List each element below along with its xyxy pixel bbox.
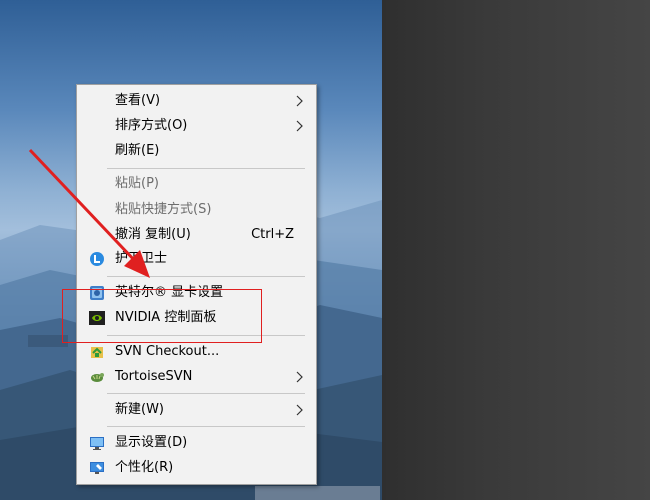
annotation-arrow bbox=[28, 148, 150, 278]
